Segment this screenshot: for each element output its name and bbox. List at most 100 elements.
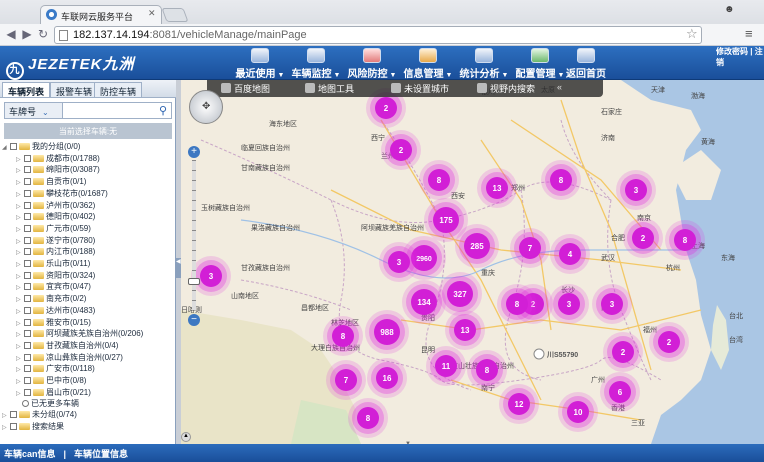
tree-checkbox[interactable] xyxy=(24,213,31,221)
menu-info-manage[interactable]: 信息管理 ▼ xyxy=(400,48,456,80)
tree-item[interactable]: 已无更多车辆 xyxy=(2,399,174,410)
tree-checkbox[interactable] xyxy=(24,271,31,279)
tree-item[interactable]: ▷ 攀枝花市(0/1687) xyxy=(2,189,174,201)
user-icon[interactable]: ☻ xyxy=(724,4,739,15)
forward-icon[interactable]: ▶ xyxy=(20,27,34,41)
vehicle-cluster[interactable]: 13 xyxy=(445,310,485,350)
tree-checkbox[interactable] xyxy=(24,178,31,186)
vehicle-cluster[interactable]: 12 xyxy=(499,384,539,424)
expand-icon[interactable]: ▷ xyxy=(16,354,24,365)
tree-checkbox[interactable] xyxy=(24,166,31,174)
expand-icon[interactable]: ▷ xyxy=(16,166,24,177)
map-type-button[interactable]: 百度地图 xyxy=(221,82,270,95)
vehicle-cluster[interactable]: 13 xyxy=(477,168,517,208)
tab-vehicle-list[interactable]: 车辆列表 xyxy=(2,82,51,97)
menu-statistics[interactable]: 统计分析 ▼ xyxy=(456,48,512,80)
vehicle-cluster[interactable]: 327 xyxy=(438,272,482,316)
tree-checkbox[interactable] xyxy=(24,306,31,314)
tree-checkbox[interactable] xyxy=(24,318,31,326)
collapse-toolbar-icon[interactable]: « xyxy=(557,82,562,92)
tree-checkbox[interactable] xyxy=(24,388,31,396)
tree-item[interactable]: ▷ 德阳市(0/402) xyxy=(2,212,174,224)
tab-close-icon[interactable]: ✕ xyxy=(148,8,156,19)
tree-checkbox[interactable] xyxy=(10,411,17,419)
vehicle-cluster[interactable]: 8 xyxy=(467,350,507,390)
tree-checkbox[interactable] xyxy=(10,422,17,430)
menu-home[interactable]: 返回首页 xyxy=(558,48,614,80)
tree-checkbox[interactable] xyxy=(24,248,31,256)
expand-icon[interactable]: ▷ xyxy=(16,295,24,306)
vehicle-cluster[interactable]: 8 xyxy=(419,160,459,200)
tree-item[interactable]: ▷ 广元市(0/59) xyxy=(2,224,174,236)
tree-item[interactable]: ▷ 巴中市(0/8) xyxy=(2,376,174,388)
vehicle-cluster[interactable]: 8 xyxy=(348,398,388,438)
vehicle-cluster[interactable]: 3 xyxy=(379,242,419,282)
tree-checkbox[interactable] xyxy=(24,154,31,162)
expand-icon[interactable]: ▷ xyxy=(2,423,10,434)
tree-item[interactable]: ▷ 遂宁市(0/780) xyxy=(2,236,174,248)
position-info-link[interactable]: 车辆位置信息 xyxy=(74,449,128,459)
zoom-handle[interactable] xyxy=(188,278,200,285)
tree-checkbox[interactable] xyxy=(24,365,31,373)
vehicle-cluster[interactable]: 2 xyxy=(623,218,663,258)
menu-recent[interactable]: 最近使用 ▼ xyxy=(232,48,288,80)
address-bar[interactable]: 182.137.14.194:8081/vehicleManage/mainPa… xyxy=(54,26,702,44)
tree-item[interactable]: ▷ 雅安市(0/15) xyxy=(2,318,174,330)
tree-checkbox[interactable] xyxy=(24,341,31,349)
vehicle-cluster[interactable]: 11 xyxy=(426,346,466,386)
tree-item[interactable]: ▷ 达州市(0/483) xyxy=(2,306,174,318)
vehicle-cluster[interactable]: 4 xyxy=(550,234,590,274)
vehicle-cluster[interactable]: 8 xyxy=(497,284,537,324)
vehicle-cluster[interactable]: 6 xyxy=(600,372,640,412)
vehicle-cluster[interactable]: 988 xyxy=(365,310,409,354)
vehicle-cluster[interactable]: 16 xyxy=(367,358,407,398)
tree-checkbox[interactable] xyxy=(24,377,31,385)
expand-icon[interactable]: ▷ xyxy=(16,155,24,166)
tree-item[interactable]: ▷ 眉山市(0/21) xyxy=(2,388,174,400)
search-icon[interactable]: ⚲ xyxy=(159,104,167,117)
tree-item[interactable]: ▷ 资阳市(0/324) xyxy=(2,271,174,283)
vehicle-cluster[interactable]: 3 xyxy=(616,170,656,210)
tree-item[interactable]: ▷ 搜索结果 xyxy=(2,422,174,434)
tree-checkbox[interactable] xyxy=(24,295,31,303)
tab-control-vehicles[interactable]: 防控车辆 xyxy=(94,82,143,97)
tree-item[interactable]: ▷ 泸州市(0/362) xyxy=(2,201,174,213)
filter-select[interactable]: 车牌号 ⌄ xyxy=(5,103,63,118)
tree-checkbox[interactable] xyxy=(24,236,31,244)
expand-icon[interactable]: ▷ xyxy=(16,237,24,248)
expand-icon[interactable]: ▷ xyxy=(16,260,24,271)
tree-item[interactable]: ▷ 未分组(0/74) xyxy=(2,410,174,422)
reload-icon[interactable]: ↻ xyxy=(36,27,50,41)
menu-icon[interactable]: ≡ xyxy=(745,26,753,41)
tree-item[interactable]: ▷ 广安市(0/118) xyxy=(2,364,174,376)
expand-icon[interactable]: ▷ xyxy=(2,411,10,422)
view-search-button[interactable]: 视野内搜索 xyxy=(477,82,535,95)
vehicle-cluster[interactable]: 2 xyxy=(649,322,689,362)
expand-icon[interactable]: ▷ xyxy=(16,248,24,259)
vehicle-cluster[interactable]: 3 xyxy=(549,284,589,324)
tree-item[interactable]: ▷ 乐山市(0/11) xyxy=(2,259,174,271)
expand-icon[interactable]: ▷ xyxy=(16,365,24,376)
tree-item[interactable]: ◢ 我的分组(0/0) xyxy=(2,142,174,154)
expand-icon[interactable]: ▷ xyxy=(16,330,24,341)
zoom-in-button[interactable]: + xyxy=(188,146,200,158)
tree-checkbox[interactable] xyxy=(24,189,31,197)
vehicle-cluster[interactable]: 10 xyxy=(558,392,598,432)
expand-icon[interactable]: ▷ xyxy=(16,283,24,294)
expand-icon[interactable]: ▷ xyxy=(16,272,24,283)
vehicle-cluster[interactable]: 2 xyxy=(381,130,421,170)
vehicle-cluster[interactable]: 2 xyxy=(603,332,643,372)
tree-item[interactable]: ▷ 宜宾市(0/47) xyxy=(2,282,174,294)
tree-checkbox[interactable] xyxy=(24,201,31,209)
back-icon[interactable]: ◀ xyxy=(4,27,18,41)
tree-item[interactable]: ▷ 凉山彝族自治州(0/27) xyxy=(2,353,174,365)
city-button[interactable]: 未设置城市 xyxy=(391,82,449,95)
new-tab-button[interactable] xyxy=(161,8,189,22)
vehicle-cluster[interactable]: 8 xyxy=(665,220,705,260)
vehicle-cluster[interactable]: 7 xyxy=(326,360,366,400)
menu-risk-control[interactable]: 风险防控 ▼ xyxy=(344,48,400,80)
expand-icon[interactable]: ▷ xyxy=(16,389,24,400)
vehicle-cluster[interactable]: 3 xyxy=(592,284,632,324)
expand-icon[interactable]: ▷ xyxy=(16,342,24,353)
tree-checkbox[interactable] xyxy=(24,224,31,232)
